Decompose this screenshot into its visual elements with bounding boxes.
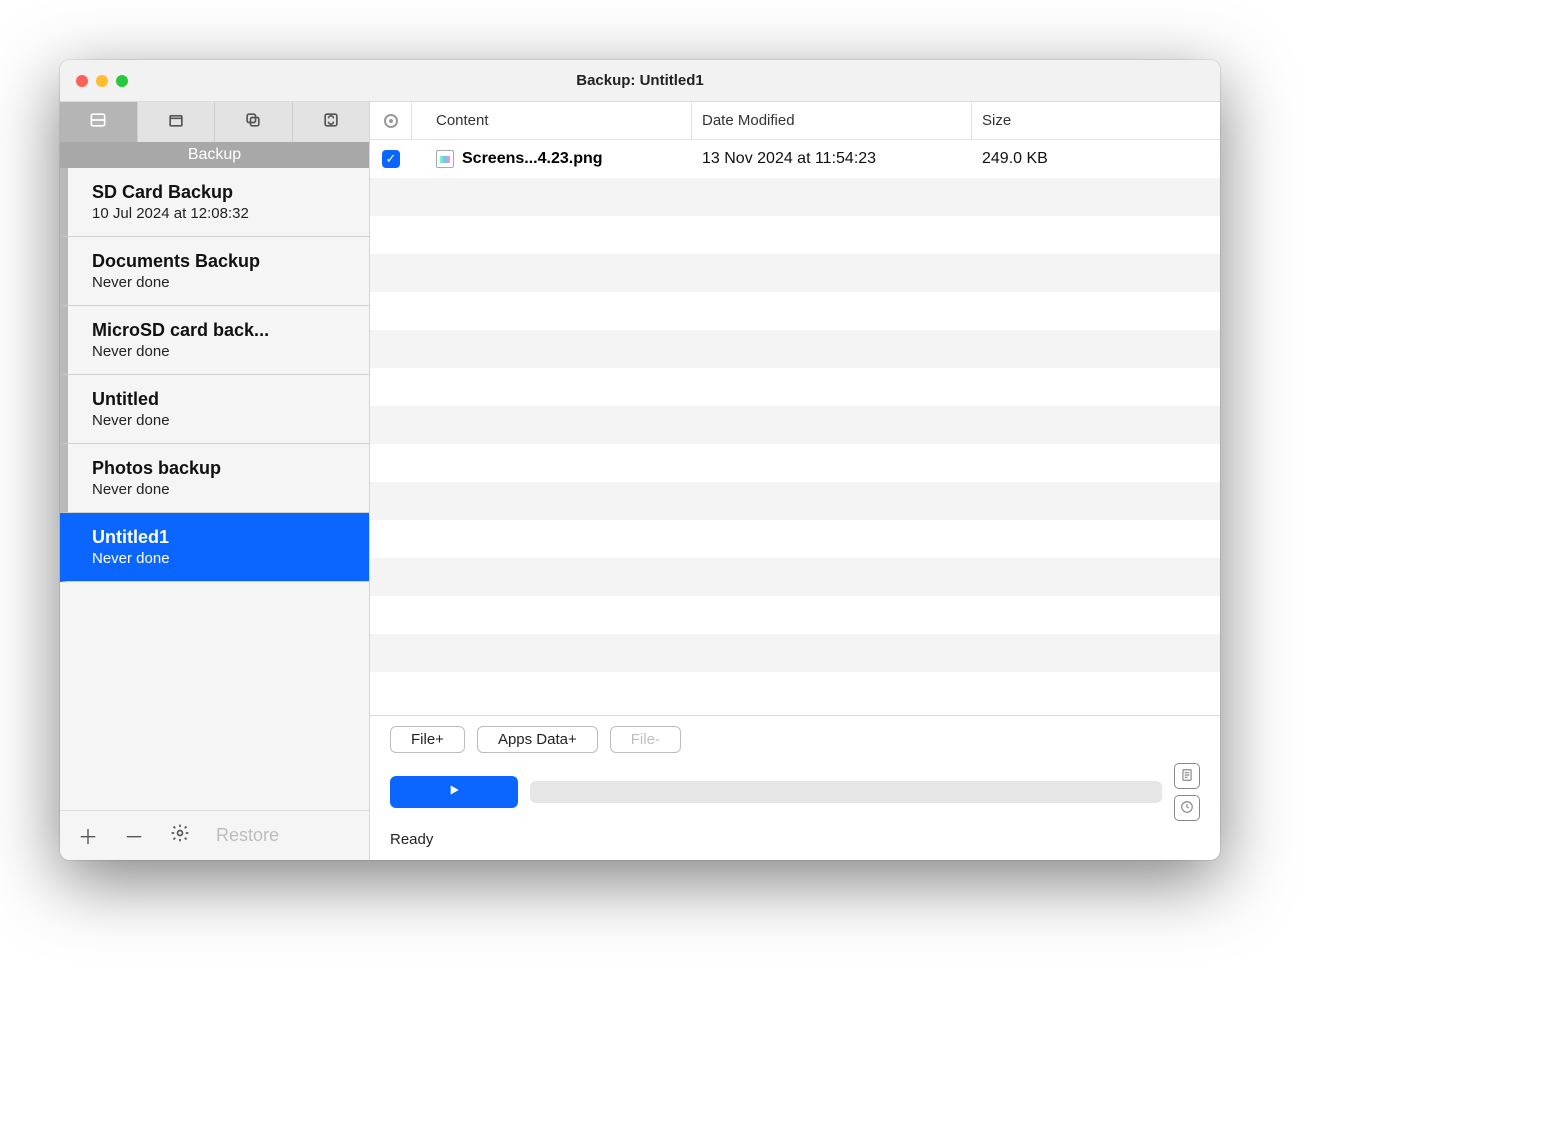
- file-rows: ✓ Screens...4.23.png 13 Nov 2024 at 11:5…: [370, 140, 1220, 715]
- empty-row: [370, 596, 1220, 634]
- document-icon: [1180, 768, 1194, 785]
- column-header-date[interactable]: Date Modified: [692, 102, 972, 139]
- column-header-tail: [1196, 102, 1220, 139]
- column-header-content[interactable]: Content: [412, 102, 692, 139]
- sidebar-footer: ＋ － Restore: [60, 810, 369, 860]
- settings-button[interactable]: [170, 823, 190, 849]
- drawer-icon: [88, 110, 108, 135]
- column-header-check[interactable]: [370, 102, 412, 139]
- backup-item-sub: 10 Jul 2024 at 12:08:32: [92, 205, 357, 222]
- copy-icon: [243, 110, 263, 135]
- empty-row: [370, 368, 1220, 406]
- empty-row: [370, 178, 1220, 216]
- file-name: Screens...4.23.png: [462, 150, 603, 168]
- file-minus-button[interactable]: File-: [610, 726, 681, 753]
- tab-backup[interactable]: [60, 102, 138, 142]
- traffic-lights: [60, 75, 128, 87]
- backup-item-title: SD Card Backup: [92, 182, 357, 203]
- minus-icon: －: [124, 821, 144, 850]
- backup-item-sub: Never done: [92, 343, 357, 360]
- backup-list: SD Card Backup 10 Jul 2024 at 12:08:32 D…: [60, 168, 369, 810]
- sidebar: Backup SD Card Backup 10 Jul 2024 at 12:…: [60, 102, 370, 860]
- status-text: Ready: [390, 831, 1200, 848]
- empty-row: [370, 254, 1220, 292]
- empty-row: [370, 292, 1220, 330]
- app-window: Backup: Untitled1: [60, 60, 1220, 860]
- schedule-button[interactable]: [1174, 795, 1200, 821]
- clock-icon: [1180, 800, 1194, 817]
- box-icon: [166, 110, 186, 135]
- backup-item-untitled[interactable]: Untitled Never done: [60, 375, 369, 444]
- backup-item-sub: Never done: [92, 412, 357, 429]
- backup-item-title: Untitled: [92, 389, 357, 410]
- empty-row: [370, 672, 1220, 710]
- add-backup-button[interactable]: ＋: [78, 821, 98, 850]
- empty-row: [370, 444, 1220, 482]
- log-button[interactable]: [1174, 763, 1200, 789]
- backup-item-sub: Never done: [92, 550, 357, 567]
- backup-item-title: Photos backup: [92, 458, 357, 479]
- empty-row: [370, 634, 1220, 672]
- backup-item-untitled1[interactable]: Untitled1 Never done: [60, 513, 369, 582]
- window-title: Backup: Untitled1: [60, 72, 1220, 89]
- restore-button[interactable]: Restore: [216, 825, 279, 846]
- backup-item-microsd[interactable]: MicroSD card back... Never done: [60, 306, 369, 375]
- file-date: 13 Nov 2024 at 11:54:23: [692, 150, 972, 168]
- run-button[interactable]: [390, 776, 518, 808]
- column-headers: Content Date Modified Size: [370, 102, 1220, 140]
- backup-item-title: Untitled1: [92, 527, 357, 548]
- sidebar-tabbar: [60, 102, 369, 142]
- backup-item-sub: Never done: [92, 481, 357, 498]
- backup-item-sd-card[interactable]: SD Card Backup 10 Jul 2024 at 12:08:32: [60, 168, 369, 237]
- minimize-window-button[interactable]: [96, 75, 108, 87]
- apps-data-plus-button[interactable]: Apps Data+: [477, 726, 598, 753]
- empty-row: [370, 330, 1220, 368]
- empty-row: [370, 520, 1220, 558]
- check-icon: ✓: [386, 151, 397, 167]
- action-button-row: File+ Apps Data+ File-: [390, 726, 1200, 753]
- run-row: [390, 763, 1200, 821]
- backup-item-title: Documents Backup: [92, 251, 357, 272]
- backup-item-title: MicroSD card back...: [92, 320, 357, 341]
- remove-backup-button[interactable]: －: [124, 821, 144, 850]
- content-area: Backup SD Card Backup 10 Jul 2024 at 12:…: [60, 102, 1220, 860]
- backup-item-photos[interactable]: Photos backup Never done: [60, 444, 369, 513]
- file-checkbox[interactable]: ✓: [382, 150, 400, 168]
- progress-bar: [530, 781, 1162, 803]
- side-icons: [1174, 763, 1200, 821]
- file-plus-button[interactable]: File+: [390, 726, 465, 753]
- main-panel: Content Date Modified Size ✓ Screens...4…: [370, 102, 1220, 860]
- empty-row: [370, 558, 1220, 596]
- file-size: 249.0 KB: [972, 150, 1220, 168]
- tab-clone[interactable]: [215, 102, 293, 142]
- titlebar: Backup: Untitled1: [60, 60, 1220, 102]
- image-file-icon: [436, 150, 454, 168]
- close-window-button[interactable]: [76, 75, 88, 87]
- column-header-size[interactable]: Size: [972, 102, 1196, 139]
- tab-sync[interactable]: [293, 102, 370, 142]
- target-icon: [384, 114, 398, 128]
- bottom-bar: File+ Apps Data+ File-: [370, 715, 1220, 860]
- empty-row: [370, 216, 1220, 254]
- empty-row: [370, 406, 1220, 444]
- play-icon: [446, 782, 462, 803]
- empty-row: [370, 482, 1220, 520]
- sync-icon: [321, 110, 341, 135]
- tab-archive[interactable]: [138, 102, 216, 142]
- gear-icon: [170, 823, 190, 849]
- backup-item-sub: Never done: [92, 274, 357, 291]
- file-row[interactable]: ✓ Screens...4.23.png 13 Nov 2024 at 11:5…: [370, 140, 1220, 178]
- plus-icon: ＋: [78, 821, 98, 850]
- zoom-window-button[interactable]: [116, 75, 128, 87]
- sidebar-header: Backup: [60, 142, 369, 168]
- backup-item-documents[interactable]: Documents Backup Never done: [60, 237, 369, 306]
